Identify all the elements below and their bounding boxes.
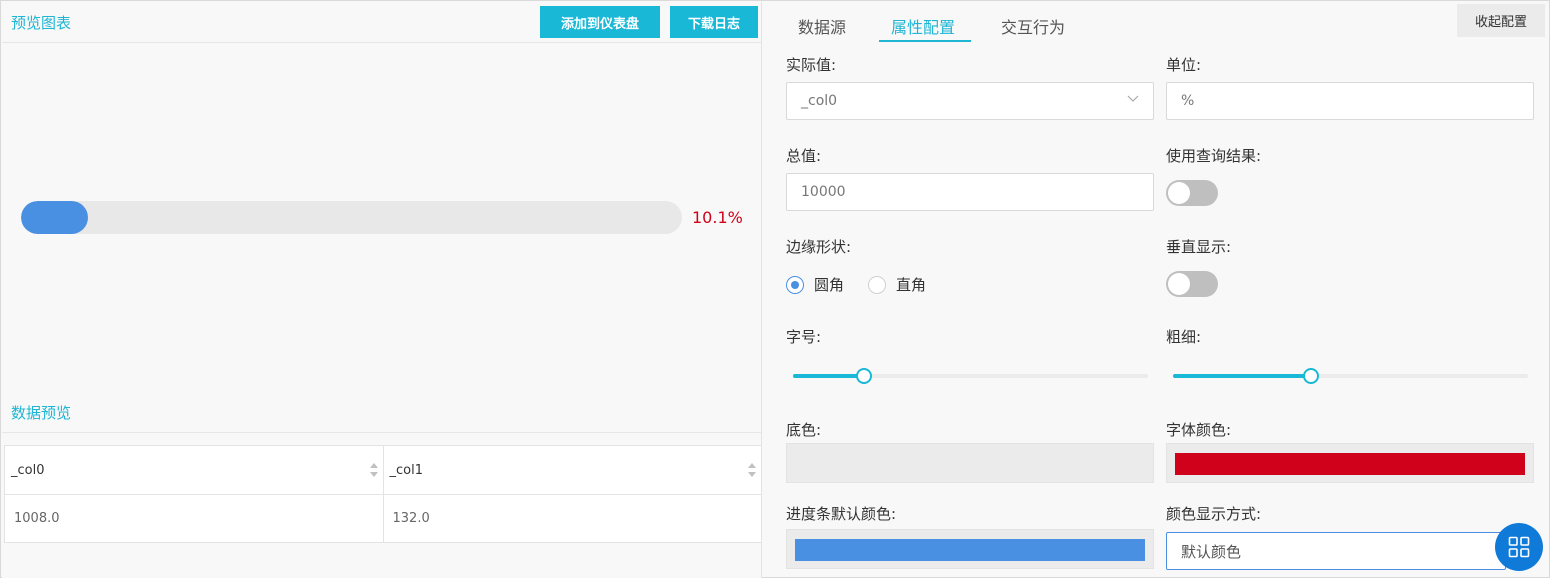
total-value-label: 总值: (786, 147, 822, 165)
tab-property-config[interactable]: 属性配置 (891, 14, 955, 38)
use-query-toggle[interactable] (1166, 180, 1218, 206)
progress-bar-fill (21, 201, 88, 234)
data-preview-title: 数据预览 (11, 404, 72, 422)
download-log-button[interactable]: 下载日志 (670, 6, 758, 38)
radio-label: 直角 (896, 276, 927, 294)
toggle-knob (1168, 182, 1190, 204)
floating-menu-button[interactable] (1495, 523, 1543, 571)
progress-bar-track (21, 201, 682, 234)
radio-label: 圆角 (814, 276, 845, 294)
tab-interaction[interactable]: 交互行为 (1001, 14, 1065, 38)
grid-icon (1508, 536, 1530, 558)
progress-percent-label: 10.1% (692, 208, 743, 227)
table-header-col0[interactable]: _col0 (5, 446, 383, 494)
thickness-slider[interactable] (1173, 368, 1528, 384)
font-color-label: 字体颜色: (1166, 421, 1232, 439)
radio-dot (786, 275, 804, 294)
radio-rounded[interactable]: 圆角 (786, 274, 844, 295)
actual-value-label: 实际值: (786, 56, 837, 74)
data-preview-table: _col0 _col1 1008.0 132.0 (4, 445, 762, 543)
vertical-display-toggle[interactable] (1166, 271, 1218, 297)
actual-value-selected: _col0 (801, 93, 838, 109)
total-value-input[interactable]: 10000 (786, 173, 1154, 211)
toggle-knob (1168, 273, 1190, 295)
actual-value-select[interactable]: _col0 (786, 82, 1154, 120)
data-preview-divider (2, 432, 762, 433)
sort-icon[interactable] (747, 462, 757, 478)
tab-data-source[interactable]: 数据源 (798, 14, 846, 38)
color-mode-label: 颜色显示方式: (1166, 505, 1262, 523)
table-header-row: _col0 _col1 (5, 446, 761, 494)
bar-color-picker[interactable] (786, 529, 1154, 569)
color-mode-select[interactable]: 默认颜色 (1166, 532, 1506, 570)
background-color-picker[interactable] (786, 443, 1154, 483)
vertical-display-label: 垂直显示: (1166, 238, 1232, 256)
column-header-label: _col1 (389, 462, 423, 478)
radio-square[interactable]: 直角 (868, 274, 926, 295)
total-value: 10000 (801, 184, 846, 200)
radio-dot (868, 275, 886, 294)
add-to-dashboard-button[interactable]: 添加到仪表盘 (540, 6, 660, 38)
slider-handle[interactable] (1303, 368, 1320, 384)
table-cell: 132.0 (382, 495, 762, 542)
font-size-slider[interactable] (793, 368, 1148, 384)
chevron-down-icon (1127, 95, 1139, 102)
font-color-picker[interactable] (1166, 443, 1534, 483)
preview-panel: 预览图表 添加到仪表盘 下载日志 10.1% 数据预览 _col0 _col1 (2, 2, 762, 578)
thickness-label: 粗细: (1166, 328, 1202, 346)
header-divider (2, 42, 762, 43)
bar-color-label: 进度条默认颜色: (786, 505, 897, 523)
background-color-label: 底色: (786, 421, 822, 439)
slider-fill (1173, 374, 1312, 378)
preview-title: 预览图表 (11, 14, 72, 32)
config-tabs: 数据源 属性配置 交互行为 收起配置 (763, 2, 1549, 44)
font-color-swatch (1175, 453, 1525, 475)
table-row: 1008.0 132.0 (5, 494, 761, 542)
bar-color-swatch (795, 539, 1145, 561)
sort-icon[interactable] (369, 462, 379, 478)
unit-value: % (1181, 93, 1195, 109)
unit-label: 单位: (1166, 56, 1202, 74)
unit-input[interactable]: % (1166, 82, 1534, 120)
table-header-col1[interactable]: _col1 (382, 446, 762, 494)
app-frame: 预览图表 添加到仪表盘 下载日志 10.1% 数据预览 _col0 _col1 (0, 0, 1550, 578)
use-query-label: 使用查询结果: (1166, 147, 1262, 165)
font-size-label: 字号: (786, 328, 822, 346)
background-color-swatch (795, 453, 1145, 475)
collapse-config-button[interactable]: 收起配置 (1457, 4, 1545, 37)
active-tab-indicator (879, 40, 971, 42)
slider-handle[interactable] (856, 368, 872, 384)
color-mode-value: 默认颜色 (1181, 542, 1242, 561)
config-panel: 数据源 属性配置 交互行为 收起配置 实际值: _col0 单位: % 总值: … (763, 2, 1549, 578)
slider-fill (793, 374, 864, 378)
table-cell: 1008.0 (14, 511, 60, 526)
edge-shape-label: 边缘形状: (786, 238, 852, 256)
column-header-label: _col0 (11, 462, 45, 478)
